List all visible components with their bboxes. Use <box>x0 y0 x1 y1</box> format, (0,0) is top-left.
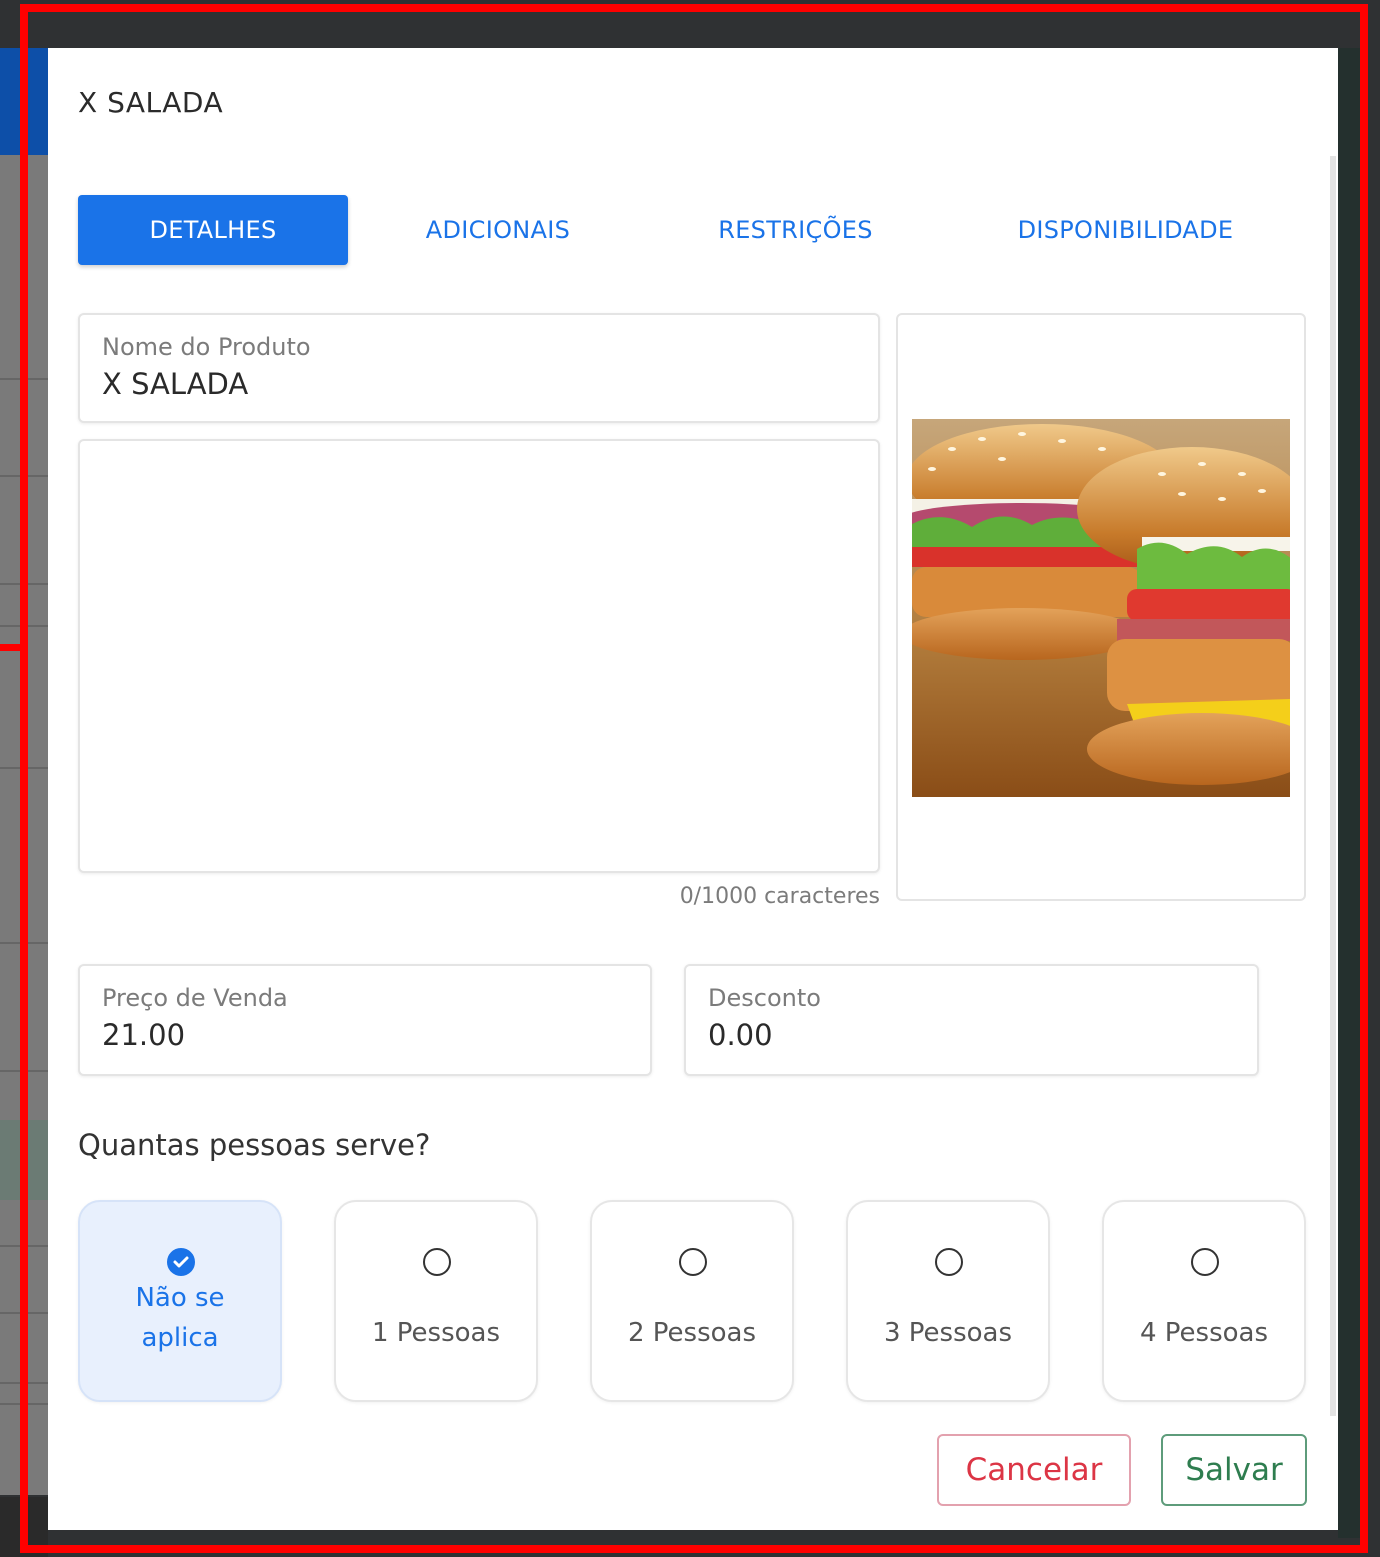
product-name-value: X SALADA <box>102 367 249 401</box>
discount-field[interactable]: Desconto 0.00 <box>684 964 1259 1076</box>
burger-photo-icon <box>912 419 1290 797</box>
servings-option-label-line: aplica <box>141 1323 219 1353</box>
background-footer <box>0 1497 48 1557</box>
modal-scrollbar[interactable] <box>1330 156 1336 1416</box>
servings-option-2[interactable]: 2 Pessoas <box>590 1200 794 1402</box>
radio-empty-icon <box>1191 1248 1219 1276</box>
tab-disponibilidade[interactable]: DISPONIBILIDADE <box>973 195 1278 265</box>
servings-option-label: 3 Pessoas <box>883 1318 1013 1348</box>
servings-option-nao-se-aplica[interactable]: Não se aplica <box>78 1200 282 1402</box>
background-divider <box>0 625 48 627</box>
servings-option-label: Não se aplica <box>80 1278 280 1358</box>
background-divider <box>0 1070 48 1072</box>
product-name-label: Nome do Produto <box>102 333 311 361</box>
check-circle-icon <box>167 1248 195 1276</box>
background-divider <box>0 1403 48 1405</box>
servings-option-4[interactable]: 4 Pessoas <box>1102 1200 1306 1402</box>
servings-option-label: 4 Pessoas <box>1139 1318 1269 1348</box>
servings-option-3[interactable]: 3 Pessoas <box>846 1200 1050 1402</box>
discount-value: 0.00 <box>708 1018 773 1052</box>
background-divider <box>0 1382 48 1384</box>
radio-empty-icon <box>679 1248 707 1276</box>
background-header <box>0 48 48 156</box>
tab-adicionais[interactable]: ADICIONAIS <box>368 195 628 265</box>
save-button[interactable]: Salvar <box>1161 1434 1307 1506</box>
tab-restricoes[interactable]: RESTRIÇÕES <box>668 195 923 265</box>
background-divider <box>0 1245 48 1247</box>
background-edge <box>1338 48 1360 1538</box>
servings-option-label: 1 Pessoas <box>371 1318 501 1348</box>
background-avatar <box>0 1120 48 1200</box>
price-label: Preço de Venda <box>102 984 288 1012</box>
background-divider <box>0 583 48 585</box>
servings-option-label-line: Não se <box>135 1283 225 1313</box>
price-value: 21.00 <box>102 1018 186 1052</box>
servings-option-1[interactable]: 1 Pessoas <box>334 1200 538 1402</box>
product-modal: X SALADA DETALHES ADICIONAIS RESTRIÇÕES … <box>48 48 1338 1530</box>
discount-label: Desconto <box>708 984 821 1012</box>
modal-title: X SALADA <box>78 86 224 119</box>
background-table <box>0 155 48 1495</box>
product-name-field[interactable]: Nome do Produto X SALADA <box>78 313 880 423</box>
tab-detalhes[interactable]: DETALHES <box>78 195 348 265</box>
background-divider <box>0 767 48 769</box>
image-upload-box[interactable] <box>896 313 1306 901</box>
cancel-button[interactable]: Cancelar <box>937 1434 1131 1506</box>
servings-question: Quantas pessoas serve? <box>78 1128 431 1162</box>
highlight-marker <box>0 644 22 651</box>
background-divider <box>0 942 48 944</box>
radio-empty-icon <box>423 1248 451 1276</box>
price-field[interactable]: Preço de Venda 21.00 <box>78 964 652 1076</box>
description-textarea[interactable] <box>78 439 880 873</box>
servings-option-label: 2 Pessoas <box>627 1318 757 1348</box>
background-divider <box>0 378 48 380</box>
tab-bar: DETALHES ADICIONAIS RESTRIÇÕES DISPONIBI… <box>78 195 1308 265</box>
character-counter: 0/1000 caracteres <box>679 884 880 909</box>
background-divider <box>0 475 48 477</box>
radio-empty-icon <box>935 1248 963 1276</box>
background-divider <box>0 1312 48 1314</box>
